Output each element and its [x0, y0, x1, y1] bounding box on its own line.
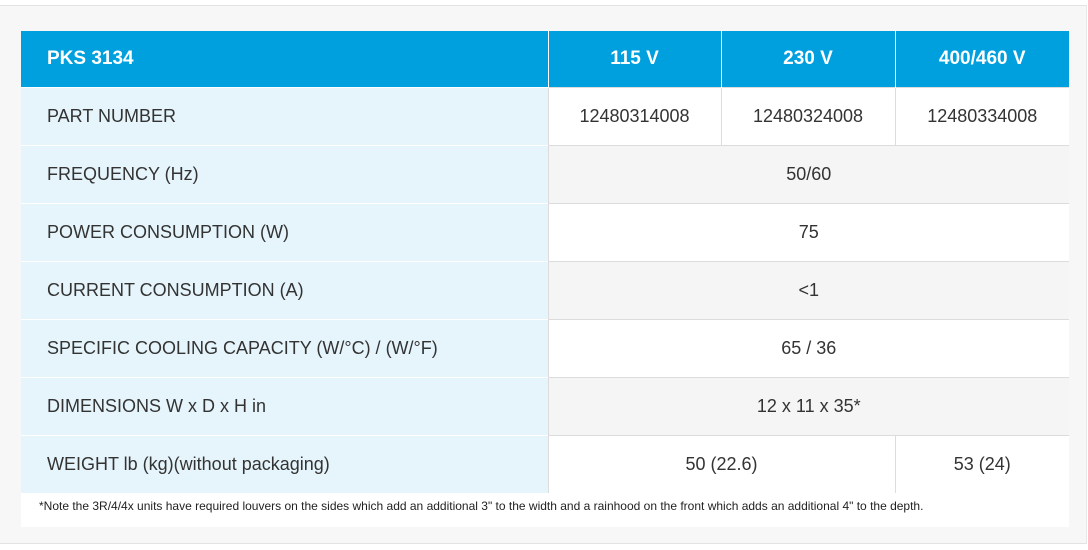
- weight-value-115-230v: 50 (22.6): [547, 435, 895, 493]
- spec-card: PKS 3134 115 V 230 V 400/460 V PART NUMB…: [21, 31, 1069, 527]
- part-number-115v: 12480314008: [547, 87, 721, 146]
- part-number-400-460v: 12480334008: [894, 87, 1069, 146]
- footnote: *Note the 3R/4/4x units have required lo…: [39, 499, 924, 513]
- cooling-value: 65 / 36: [547, 319, 1069, 378]
- row-label: POWER CONSUMPTION (W): [21, 203, 548, 262]
- table-row: SPECIFIC COOLING CAPACITY (W/°C) / (W/°F…: [21, 319, 1069, 378]
- power-value: 75: [547, 203, 1069, 262]
- header-400-460v: 400/460 V: [894, 31, 1069, 88]
- row-label: WEIGHT lb (kg)(without packaging): [21, 435, 548, 493]
- table-row: PART NUMBER 12480314008 12480324008 1248…: [21, 87, 1069, 146]
- row-label: DIMENSIONS W x D x H in: [21, 377, 548, 436]
- table-row: FREQUENCY (Hz) 50/60: [21, 145, 1069, 204]
- row-label: CURRENT CONSUMPTION (A): [21, 261, 548, 320]
- row-label: FREQUENCY (Hz): [21, 145, 548, 204]
- weight-value-400-460v: 53 (24): [894, 435, 1069, 493]
- dimensions-value: 12 x 11 x 35*: [547, 377, 1069, 436]
- spec-panel: PKS 3134 115 V 230 V 400/460 V PART NUMB…: [0, 5, 1087, 544]
- header-115v: 115 V: [547, 31, 721, 88]
- part-number-230v: 12480324008: [720, 87, 895, 146]
- header-230v: 230 V: [720, 31, 895, 88]
- model-header: PKS 3134: [21, 31, 548, 88]
- table-row: DIMENSIONS W x D x H in 12 x 11 x 35*: [21, 377, 1069, 436]
- spec-table: PKS 3134 115 V 230 V 400/460 V PART NUMB…: [21, 31, 1069, 493]
- header-row: PKS 3134 115 V 230 V 400/460 V: [21, 31, 1069, 88]
- row-label: PART NUMBER: [21, 87, 548, 146]
- current-value: <1: [547, 261, 1069, 320]
- table-row: CURRENT CONSUMPTION (A) <1: [21, 261, 1069, 320]
- frequency-value: 50/60: [547, 145, 1069, 204]
- table-row: POWER CONSUMPTION (W) 75: [21, 203, 1069, 262]
- table-row: WEIGHT lb (kg)(without packaging) 50 (22…: [21, 435, 1069, 493]
- row-label: SPECIFIC COOLING CAPACITY (W/°C) / (W/°F…: [21, 319, 548, 378]
